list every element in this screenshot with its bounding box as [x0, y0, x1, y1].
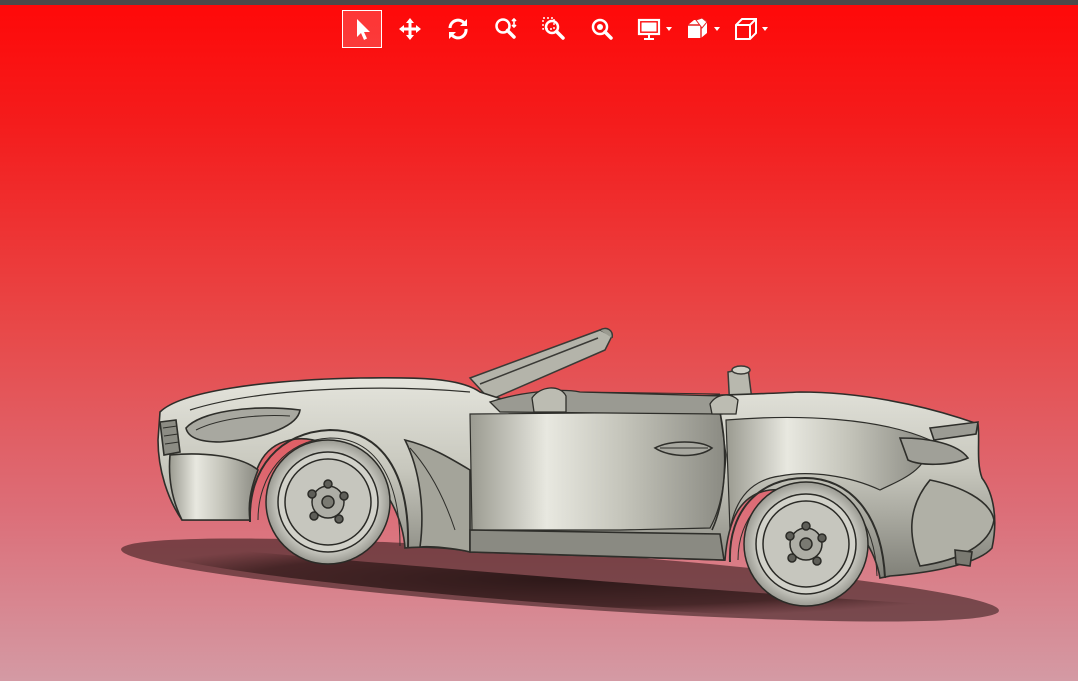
chevron-down-icon — [762, 27, 768, 31]
monitor-icon — [637, 18, 661, 40]
section-view-dropdown[interactable] — [678, 10, 720, 48]
cube-view-icon — [735, 18, 757, 40]
zoom-tool-button[interactable] — [486, 10, 526, 48]
windshield-frame — [468, 327, 614, 401]
pan-tool-button[interactable] — [390, 10, 430, 48]
display-mode-dropdown[interactable] — [630, 10, 672, 48]
select-tool-button[interactable] — [342, 10, 382, 48]
zoom-window-tool-button[interactable] — [534, 10, 574, 48]
cursor-arrow-icon — [357, 19, 370, 40]
move-arrows-icon — [399, 18, 421, 40]
zoom-fit-tool-button[interactable] — [582, 10, 622, 48]
3d-viewport[interactable] — [0, 0, 1078, 681]
rotate-icon — [448, 18, 468, 40]
front-wheel — [265, 439, 391, 565]
section-cube-icon — [688, 17, 708, 38]
rotate-tool-button[interactable] — [438, 10, 478, 48]
zoom-icon — [495, 17, 517, 39]
rear-wheel — [743, 481, 869, 607]
zoom-fit-icon — [591, 18, 613, 40]
car-cabin — [488, 387, 739, 415]
view-toolbar — [342, 9, 774, 49]
chevron-down-icon — [666, 27, 672, 31]
zoom-window-icon — [542, 17, 565, 40]
chevron-down-icon — [714, 27, 720, 31]
view-orientation-dropdown[interactable] — [726, 10, 768, 48]
car-model[interactable] — [0, 0, 1078, 681]
